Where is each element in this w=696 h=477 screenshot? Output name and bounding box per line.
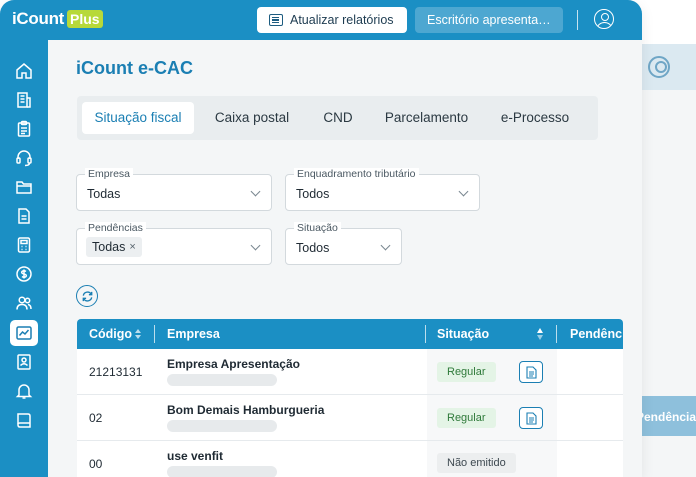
ecac-chart-icon[interactable] bbox=[10, 320, 38, 346]
situacao-label: Situação bbox=[294, 222, 341, 234]
pendencias-label: Pendências bbox=[85, 222, 146, 234]
user-document-icon[interactable] bbox=[10, 349, 38, 375]
pendencias-select[interactable]: Pendências Todas × bbox=[76, 222, 272, 265]
logo[interactable]: iCount Plus bbox=[12, 9, 103, 29]
refresh-button[interactable] bbox=[76, 285, 98, 307]
tab-situacao-fiscal[interactable]: Situação fiscal bbox=[82, 102, 194, 134]
update-reports-button[interactable]: Atualizar relatórios bbox=[257, 7, 407, 33]
table-header: Código Empresa Situação Pendências bbox=[77, 319, 623, 349]
sort-down-icon[interactable] bbox=[537, 335, 543, 340]
office-select[interactable]: Escritório apresentação bbox=[415, 7, 563, 33]
enquadramento-value: Todos bbox=[296, 187, 330, 201]
view-report-button[interactable] bbox=[519, 361, 543, 383]
cell-empresa: use venfit bbox=[167, 449, 224, 463]
situacao-value: Todos bbox=[296, 241, 330, 255]
cell-codigo: 21213131 bbox=[89, 365, 143, 379]
cell-empresa: Empresa Apresentação bbox=[167, 357, 300, 371]
cell-codigo: 02 bbox=[89, 411, 103, 425]
user-profile-icon[interactable] bbox=[594, 9, 614, 29]
enquadramento-label: Enquadramento tributário bbox=[294, 168, 419, 180]
background-user-icon bbox=[648, 56, 670, 78]
table-row[interactable]: 00 use venfit Não emitido bbox=[77, 441, 623, 477]
companies-table: Código Empresa Situação Pendências 21213… bbox=[77, 319, 623, 477]
page-title: iCount e-CAC bbox=[76, 58, 193, 78]
header-empresa[interactable]: Empresa bbox=[167, 319, 220, 349]
header-codigo[interactable]: Código bbox=[89, 319, 132, 349]
status-badge: Não emitido bbox=[437, 453, 516, 473]
book-icon[interactable] bbox=[10, 407, 38, 433]
header-pendencias[interactable]: Pendências bbox=[570, 319, 623, 349]
table-row[interactable]: 21213131 Empresa Apresentação Regular bbox=[77, 349, 623, 395]
pendencias-chip-label: Todas bbox=[92, 240, 126, 254]
pendencias-chip: Todas × bbox=[86, 237, 142, 257]
building-icon[interactable] bbox=[10, 87, 38, 113]
main-content: iCount e-CAC Situação fiscal Caixa posta… bbox=[48, 40, 642, 477]
header-situacao[interactable]: Situação bbox=[437, 319, 489, 349]
column-divider bbox=[425, 325, 426, 343]
sort-up-icon[interactable] bbox=[537, 328, 543, 333]
logo-text: iCount bbox=[12, 9, 65, 28]
top-bar: iCount Plus Atualizar relatórios Escritó… bbox=[0, 0, 642, 40]
headset-icon[interactable] bbox=[10, 145, 38, 171]
cell-empresa: Bom Demais Hamburgueria bbox=[167, 403, 325, 417]
column-divider bbox=[154, 325, 155, 343]
list-icon bbox=[269, 14, 283, 26]
empresa-subtext-placeholder bbox=[167, 466, 277, 477]
dollar-icon[interactable] bbox=[10, 261, 38, 287]
background-column-label: Pendências bbox=[636, 410, 696, 424]
refresh-icon bbox=[82, 290, 92, 302]
folder-icon[interactable] bbox=[10, 174, 38, 200]
logo-badge: Plus bbox=[67, 10, 103, 28]
chevron-down-icon bbox=[250, 240, 261, 251]
calculator-icon[interactable] bbox=[10, 232, 38, 258]
tab-parcelamento[interactable]: Parcelamento bbox=[374, 102, 479, 134]
status-badge: Regular bbox=[437, 408, 496, 428]
empresa-subtext-placeholder bbox=[167, 420, 277, 432]
update-reports-label: Atualizar relatórios bbox=[290, 13, 394, 27]
cell-codigo: 00 bbox=[89, 457, 103, 471]
empresa-label: Empresa bbox=[85, 168, 134, 180]
empresa-value: Todas bbox=[87, 187, 121, 201]
clipboard-icon[interactable] bbox=[10, 116, 38, 142]
chevron-down-icon bbox=[458, 186, 469, 197]
chevron-down-icon bbox=[380, 240, 391, 251]
chip-remove-icon[interactable]: × bbox=[129, 237, 135, 257]
chevron-down-icon bbox=[250, 186, 261, 197]
view-report-button[interactable] bbox=[519, 407, 543, 429]
tab-cnd[interactable]: CND bbox=[310, 102, 366, 134]
empresa-select[interactable]: Empresa Todas bbox=[76, 168, 272, 211]
status-badge: Regular bbox=[437, 362, 496, 382]
enquadramento-select[interactable]: Enquadramento tributário Todos bbox=[285, 168, 480, 211]
tab-bar: Situação fiscal Caixa postal CND Parcela… bbox=[77, 96, 598, 140]
document-icon bbox=[525, 365, 537, 379]
document-icon bbox=[525, 411, 537, 425]
users-icon[interactable] bbox=[10, 290, 38, 316]
sort-down-icon[interactable] bbox=[135, 335, 141, 339]
tab-caixa-postal[interactable]: Caixa postal bbox=[202, 102, 302, 134]
table-row[interactable]: 02 Bom Demais Hamburgueria Regular bbox=[77, 395, 623, 441]
situacao-select[interactable]: Situação Todos bbox=[285, 222, 402, 265]
home-icon[interactable] bbox=[10, 58, 38, 84]
tab-e-processo[interactable]: e-Processo bbox=[487, 102, 583, 134]
document-icon[interactable] bbox=[10, 203, 38, 229]
column-divider bbox=[556, 325, 557, 343]
bell-icon[interactable] bbox=[10, 378, 38, 404]
sort-up-icon[interactable] bbox=[135, 329, 141, 333]
app-window: iCount Plus Atualizar relatórios Escritó… bbox=[0, 0, 642, 477]
sidebar bbox=[0, 40, 48, 477]
empresa-subtext-placeholder bbox=[167, 374, 277, 386]
topbar-divider bbox=[577, 10, 578, 30]
